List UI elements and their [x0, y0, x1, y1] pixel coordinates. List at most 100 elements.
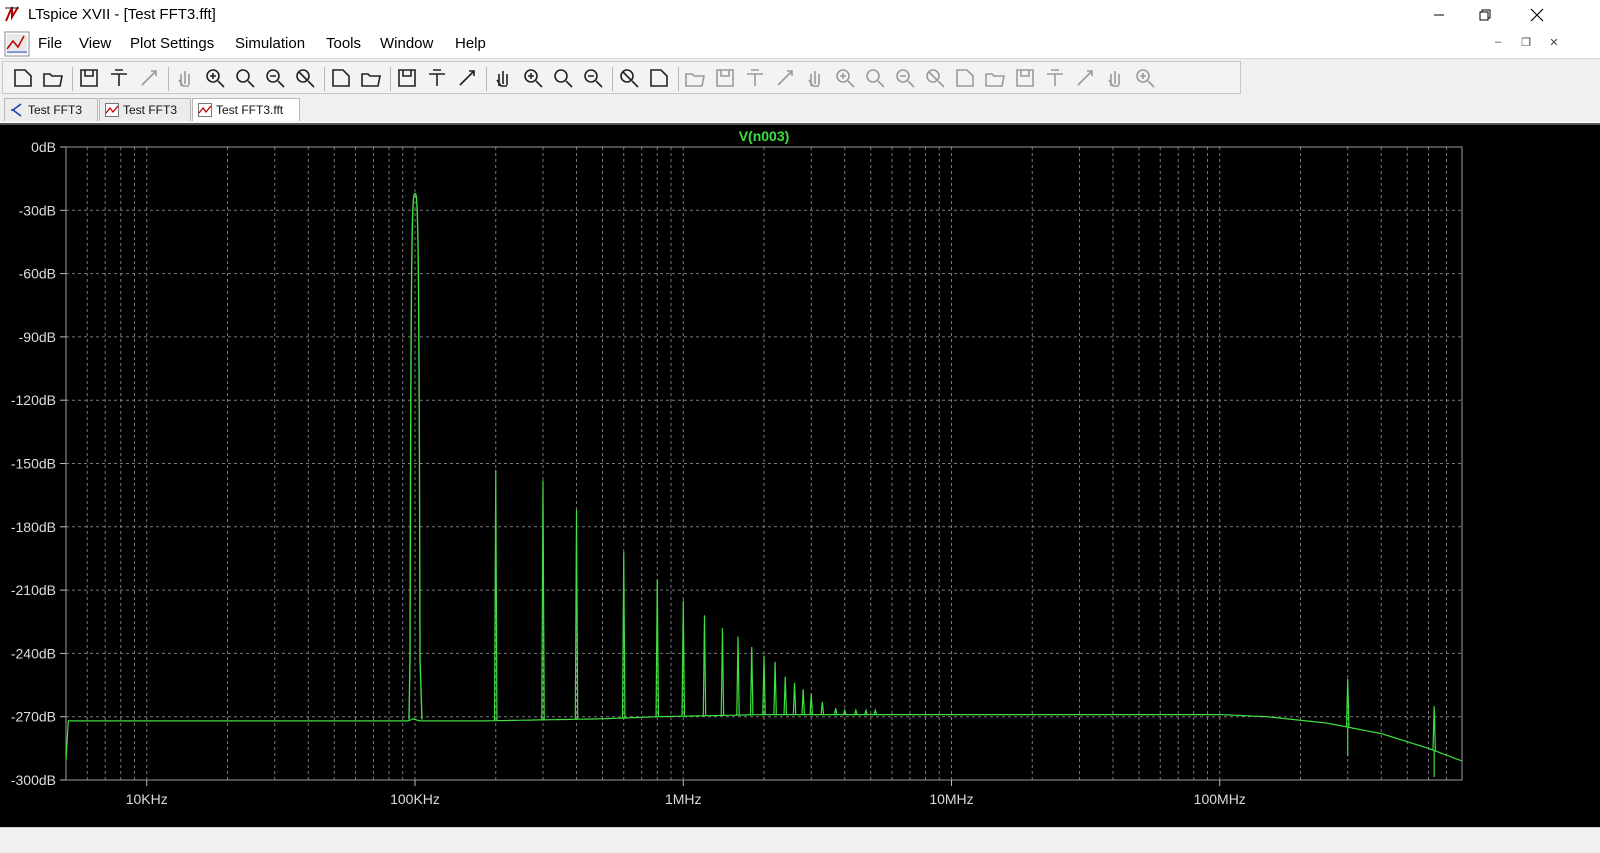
save-icon[interactable] — [77, 66, 101, 90]
zoom-area-icon[interactable] — [203, 66, 227, 90]
harmonic-spike[interactable] — [820, 701, 825, 715]
menu-view[interactable]: View — [79, 35, 111, 52]
menu-tools[interactable]: Tools — [326, 35, 361, 52]
copy-icon[interactable] — [521, 66, 545, 90]
toolbar-separator — [72, 67, 73, 91]
harmonic-spike[interactable] — [801, 689, 805, 715]
restore-icon — [1479, 9, 1491, 21]
waveform-plot-pane[interactable]: 0dB -30dB -60dB -90dB -120dB -150dB -180dB -210… — [0, 123, 1600, 827]
x-tick-label: 10KHz — [126, 791, 168, 807]
drag-icon[interactable] — [953, 66, 977, 90]
harmonic-spike[interactable] — [702, 615, 707, 716]
menu-simulation[interactable]: Simulation — [235, 35, 305, 52]
harmonic-spike[interactable] — [873, 708, 878, 715]
harmonic-spike[interactable] — [1432, 706, 1436, 751]
harmonic-spike[interactable] — [720, 628, 725, 716]
cascade-icon[interactable] — [455, 66, 479, 90]
new-schematic-icon[interactable] — [11, 66, 35, 90]
toolbar — [0, 58, 1600, 96]
tile-vertical-icon[interactable] — [425, 66, 449, 90]
x-axis: 10KHz 100KHz 1MHz 10MHz 100MHz — [126, 780, 1246, 807]
y-tick-label: -210dB — [11, 582, 56, 598]
mirror-icon[interactable] — [1073, 66, 1097, 90]
move-icon[interactable] — [923, 66, 947, 90]
mdi-close-button[interactable]: ✕ — [1544, 36, 1564, 52]
harmonic-spike[interactable] — [854, 708, 858, 715]
diode-icon[interactable] — [863, 66, 887, 90]
zoom-cancel-icon[interactable] — [293, 66, 317, 90]
pick-visible-traces-icon[interactable] — [359, 66, 383, 90]
run-icon[interactable] — [137, 66, 161, 90]
y-tick-label: 0dB — [31, 139, 56, 155]
harmonic-spike[interactable] — [864, 708, 868, 715]
menu-file[interactable]: File — [38, 35, 62, 52]
open-folder-icon[interactable] — [41, 66, 65, 90]
x-tick-label: 1MHz — [665, 791, 702, 807]
draw-wire-icon[interactable] — [683, 66, 707, 90]
toolbar-separator — [390, 67, 391, 91]
cut-icon[interactable] — [491, 66, 515, 90]
x-tick-label: 10MHz — [929, 791, 973, 807]
harmonic-spike[interactable] — [783, 676, 788, 715]
close-icon — [1530, 8, 1544, 22]
y-tick-label: -120dB — [11, 392, 56, 408]
document-tabs: Test FFT3 Test FFT3 Test FFT3.fft — [0, 95, 1600, 122]
fft-plot[interactable]: 0dB -30dB -60dB -90dB -120dB -150dB -180dB -210… — [0, 125, 1600, 825]
capacitor-icon[interactable] — [803, 66, 827, 90]
harmonic-spike[interactable] — [736, 636, 740, 716]
pan-hand-icon[interactable] — [173, 66, 197, 90]
tab-label: Test FFT3 — [28, 103, 83, 117]
autorange-icon[interactable] — [329, 66, 353, 90]
restore-button[interactable] — [1462, 0, 1508, 30]
harmonic-spike[interactable] — [833, 708, 838, 715]
find-icon[interactable] — [581, 66, 605, 90]
close-button[interactable] — [1514, 0, 1560, 30]
mdi-minimize-button[interactable]: – — [1488, 36, 1508, 52]
harmonic-spike[interactable] — [773, 661, 777, 715]
resistor-icon[interactable] — [773, 66, 797, 90]
spice-directive-icon[interactable] — [1133, 66, 1157, 90]
text-icon[interactable] — [1103, 66, 1127, 90]
toolbar-separator — [612, 67, 613, 91]
component-icon[interactable] — [893, 66, 917, 90]
inductor-icon[interactable] — [833, 66, 857, 90]
mdi-restore-button[interactable]: ❐ — [1516, 36, 1536, 52]
minimize-icon — [1434, 14, 1444, 16]
trace-label[interactable]: V(n003) — [739, 128, 790, 144]
rotate-icon[interactable] — [1043, 66, 1067, 90]
redo-icon[interactable] — [1013, 66, 1037, 90]
menu-bar: File View Plot Settings Simulation Tools… — [0, 30, 1600, 58]
harmonic-spike[interactable] — [792, 682, 797, 715]
y-tick-label: -180dB — [11, 519, 56, 535]
waveform-icon — [105, 103, 119, 117]
harmonic-spike[interactable] — [681, 600, 686, 717]
harmonic-spike[interactable] — [749, 647, 754, 715]
waveform-window-icon[interactable] — [4, 31, 30, 57]
window-title: LTspice XVII - [Test FFT3.fft] — [28, 6, 216, 23]
tab-schematic[interactable]: Test FFT3 — [4, 98, 98, 121]
minimize-button[interactable] — [1416, 0, 1462, 30]
zoom-out-icon[interactable] — [263, 66, 287, 90]
menu-window[interactable]: Window — [380, 35, 433, 52]
toolbar-separator — [168, 67, 169, 91]
tab-waveform[interactable]: Test FFT3 — [99, 98, 191, 121]
paste-icon[interactable] — [551, 66, 575, 90]
zoom-in-icon[interactable] — [233, 66, 257, 90]
x-tick-label: 100MHz — [1194, 791, 1246, 807]
ground-icon[interactable] — [713, 66, 737, 90]
menu-help[interactable]: Help — [455, 35, 486, 52]
y-tick-label: -60dB — [19, 266, 56, 282]
tab-fft[interactable]: Test FFT3.fft — [192, 98, 300, 121]
undo-icon[interactable] — [983, 66, 1007, 90]
harmonic-spike[interactable] — [655, 579, 660, 717]
menu-plot-settings[interactable]: Plot Settings — [130, 35, 214, 52]
y-tick-label: -90dB — [19, 329, 56, 345]
print-icon[interactable] — [647, 66, 671, 90]
tile-horizontal-icon[interactable] — [395, 66, 419, 90]
x-tick-label: 100KHz — [390, 791, 440, 807]
ltspice-logo-icon — [5, 6, 19, 22]
control-panel-icon[interactable] — [107, 66, 131, 90]
waveform-icon — [198, 103, 212, 117]
label-net-icon[interactable] — [743, 66, 767, 90]
print-preview-icon[interactable] — [617, 66, 641, 90]
